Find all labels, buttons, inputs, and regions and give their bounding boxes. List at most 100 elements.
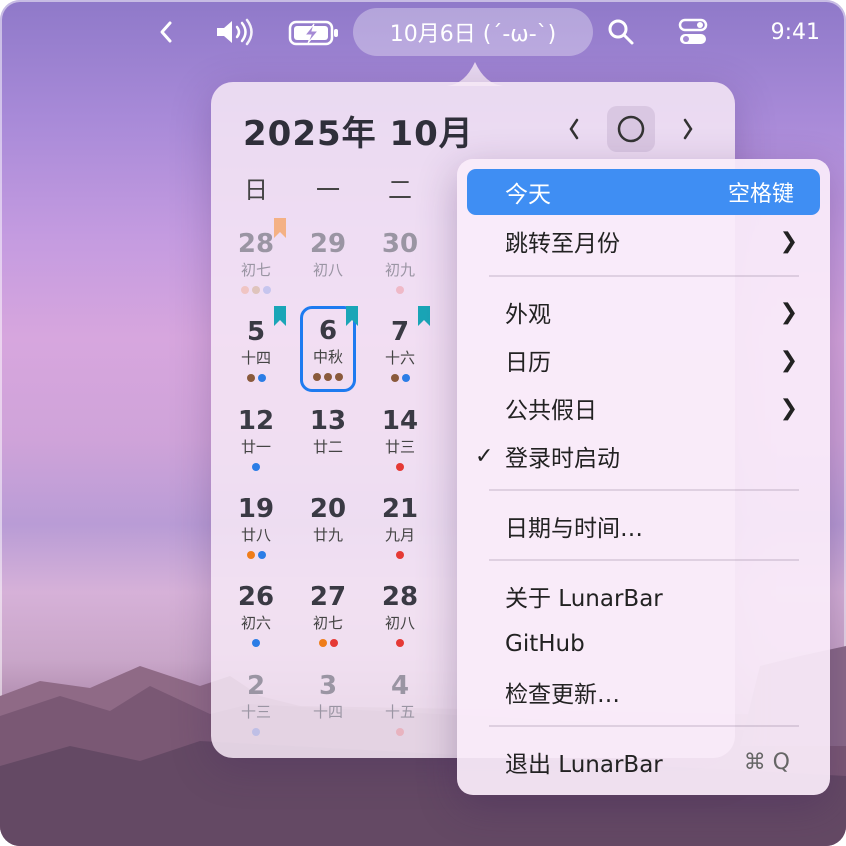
chevron-right-icon: ❯ xyxy=(779,347,798,373)
menu-item-shortcut: ⌘ Q xyxy=(743,749,790,775)
weekday-header: 二 xyxy=(388,176,412,204)
lunar-date: 初八 xyxy=(384,614,415,632)
lunar-date: 十四 xyxy=(312,703,343,721)
lunar-date: 中秋 xyxy=(312,348,343,366)
menu-item-calendars[interactable]: 日历 ❯ xyxy=(467,337,820,383)
lunar-date: 廿八 xyxy=(240,526,271,544)
event-dots xyxy=(224,551,288,559)
calendar-day[interactable]: 21 九月 xyxy=(368,487,432,569)
menu-item-label: GitHub xyxy=(505,631,585,657)
calendar-day[interactable]: 19 廿八 xyxy=(224,487,288,569)
calendar-day[interactable]: 29 初八 xyxy=(296,222,360,304)
chevron-left-icon xyxy=(569,118,579,140)
menu-item-jump-to-month[interactable]: 跳转至月份 ❯ xyxy=(467,218,820,264)
day-number: 26 xyxy=(237,582,275,612)
event-bookmark-icon xyxy=(274,306,286,326)
menu-item-label: 退出 LunarBar xyxy=(505,752,663,778)
calendar-day[interactable]: 12 廿一 xyxy=(224,399,288,481)
event-dots xyxy=(296,463,360,471)
lunar-date: 九月 xyxy=(384,526,415,544)
day-number: 27 xyxy=(309,582,347,612)
go-to-today-button[interactable] xyxy=(607,106,655,152)
chevron-right-icon: ❯ xyxy=(779,395,798,421)
previous-month-button[interactable] xyxy=(559,106,589,152)
search-icon[interactable] xyxy=(604,14,638,50)
day-number: 4 xyxy=(390,671,410,701)
event-dot-icon xyxy=(396,728,404,736)
event-dots xyxy=(368,374,432,382)
event-dot-icon xyxy=(241,286,249,294)
lunar-date: 十六 xyxy=(384,349,415,367)
calendar-day[interactable]: 2 十三 xyxy=(224,664,288,746)
event-dot-icon xyxy=(263,286,271,294)
menu-item-label: 检查更新… xyxy=(505,682,620,708)
lunar-date: 初八 xyxy=(312,261,343,279)
event-dot-icon xyxy=(390,374,399,382)
menu-separator xyxy=(489,725,799,727)
event-dot-icon xyxy=(246,551,255,559)
event-dots xyxy=(368,286,432,294)
menu-item-github[interactable]: GitHub xyxy=(467,621,820,667)
calendar-day[interactable]: 3 十四 xyxy=(296,664,360,746)
menubar-date-label: 10月6日 (´-ω-`) xyxy=(389,22,557,47)
volume-icon[interactable] xyxy=(212,14,258,50)
event-dots xyxy=(368,639,432,647)
menu-item-about[interactable]: 关于 LunarBar xyxy=(467,573,820,619)
event-dot-icon xyxy=(246,374,255,382)
day-number: 30 xyxy=(381,229,419,259)
lunar-date: 初七 xyxy=(312,614,343,632)
event-dot-icon xyxy=(324,373,332,381)
menu-item-quit[interactable]: 退出 LunarBar ⌘ Q xyxy=(467,739,820,785)
menu-item-launch-at-login[interactable]: ✓ 登录时启动 xyxy=(467,433,820,479)
event-dots xyxy=(303,373,353,381)
next-month-button[interactable] xyxy=(673,106,703,152)
day-number: 20 xyxy=(309,494,347,524)
menu-separator xyxy=(489,275,799,277)
weekday-header: 一 xyxy=(316,176,340,204)
event-dots xyxy=(368,551,432,559)
day-number: 13 xyxy=(309,406,347,436)
menubar-date-button[interactable]: 10月6日 (´-ω-`) xyxy=(353,8,593,56)
battery-charging-icon[interactable] xyxy=(286,16,342,50)
calendar-day[interactable]: 14 廿三 xyxy=(368,399,432,481)
chevron-left-icon[interactable] xyxy=(152,14,180,50)
event-dots xyxy=(224,286,288,294)
event-dot-icon xyxy=(318,639,327,647)
control-center-icon[interactable] xyxy=(676,14,710,50)
calendar-day[interactable]: 4 十五 xyxy=(368,664,432,746)
menu-item-shortcut: 空格键 xyxy=(727,182,794,207)
day-number: 2 xyxy=(246,671,266,701)
event-dot-icon xyxy=(396,551,404,559)
event-dot-icon xyxy=(329,639,338,647)
event-dots xyxy=(224,374,288,382)
event-bookmark-icon xyxy=(418,306,430,326)
menu-item-date-time[interactable]: 日期与时间… xyxy=(467,503,820,549)
calendar-day[interactable]: 28 初八 xyxy=(368,575,432,657)
event-dot-icon xyxy=(401,374,410,382)
chevron-right-icon xyxy=(683,118,693,140)
event-dot-icon xyxy=(396,639,404,647)
chevron-right-icon: ❯ xyxy=(779,228,798,254)
event-dot-icon xyxy=(252,728,260,736)
holiday-bookmark-icon xyxy=(274,218,286,238)
menu-bar: 10月6日 (´-ω-`) 9:41 xyxy=(0,0,846,64)
menu-item-check-updates[interactable]: 检查更新… xyxy=(467,669,820,715)
calendar-day[interactable]: 20 廿九 xyxy=(296,487,360,569)
calendar-day[interactable]: 13 廿二 xyxy=(296,399,360,481)
calendar-day[interactable]: 26 初六 xyxy=(224,575,288,657)
lunar-date: 廿一 xyxy=(240,438,271,456)
menu-item-today[interactable]: 今天 空格键 xyxy=(467,169,820,215)
calendar-day[interactable]: 27 初七 xyxy=(296,575,360,657)
day-number: 19 xyxy=(237,494,275,524)
menu-item-appearance[interactable]: 外观 ❯ xyxy=(467,289,820,335)
calendar-day[interactable]: 30 初九 xyxy=(368,222,432,304)
menu-item-public-holidays[interactable]: 公共假日 ❯ xyxy=(467,385,820,431)
menu-separator xyxy=(489,489,799,491)
menu-item-label: 日历 xyxy=(505,350,551,376)
menubar-clock[interactable]: 9:41 xyxy=(740,14,820,50)
day-number: 14 xyxy=(381,406,419,436)
lunar-date: 十三 xyxy=(240,703,271,721)
event-dot-icon xyxy=(335,373,343,381)
menu-item-label: 外观 xyxy=(505,302,551,328)
event-dots xyxy=(296,639,360,647)
